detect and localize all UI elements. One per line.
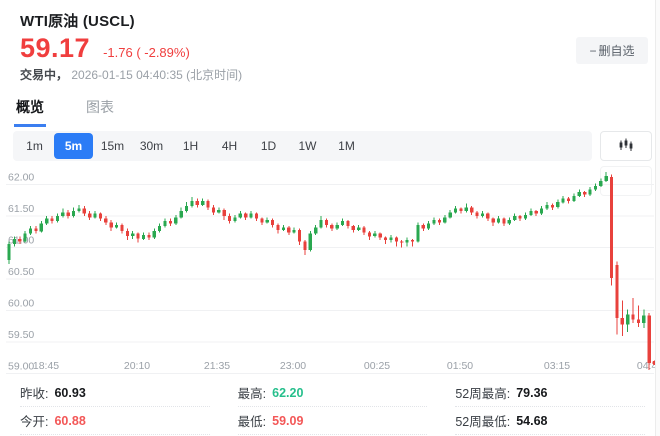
svg-text:23:00: 23:00 [280,360,306,372]
quote-page: WTI原油 (USCL) 59.17 -1.76 ( -2.89%) − 删自选… [0,0,660,436]
price-row: 59.17 -1.76 ( -2.89%) [20,33,190,64]
last-price: 59.17 [20,33,91,63]
tab-chart[interactable]: 图表 [84,97,116,127]
interval-30m[interactable]: 30m [132,133,171,159]
stat-label: 52周最低: [455,415,511,429]
scrollbar-track[interactable] [655,0,660,436]
chart-type-button[interactable] [600,131,652,161]
remove-watchlist-button[interactable]: − 删自选 [576,37,648,64]
stat-low: 最低: 59.09 [237,407,428,435]
svg-text:61.50: 61.50 [8,203,34,215]
page-title: WTI原油 (USCL) [20,13,135,30]
stat-value: 59.09 [272,413,304,428]
interval-1h[interactable]: 1H [171,133,210,159]
candlestick-chart[interactable]: 62.0061.5061.0060.5060.0059.5059.0018:45… [0,162,660,377]
svg-text:21:35: 21:35 [204,360,230,372]
trading-state-label: 交易中， [20,68,69,82]
interval-1m[interactable]: 1m [15,133,54,159]
stat-high: 最高: 62.20 [237,379,428,407]
interval-1w[interactable]: 1W [288,133,327,159]
minus-icon: − [589,43,597,58]
stat-label: 最低: [237,415,267,429]
svg-text:62.00: 62.00 [8,172,34,184]
quote-timestamp: 2026-01-15 04:40:35 [71,68,183,82]
interval-5m[interactable]: 5m [54,133,93,159]
interval-bar: 1m 5m 15m 30m 1H 4H 1D 1W 1M [13,131,592,161]
price-change: -1.76 ( -2.89%) [103,45,190,60]
stat-52w-high: 52周最高: 79.36 [455,379,645,407]
remove-watchlist-label: 删自选 [598,44,635,58]
stat-value: 60.93 [54,385,86,400]
stat-label: 昨收: [20,387,49,401]
candlestick-icon [618,137,634,156]
timezone-note: (北京时间) [186,68,243,82]
stat-value: 62.20 [272,385,304,400]
stat-prev-close: 昨收: 60.93 [20,379,210,407]
svg-text:59.50: 59.50 [8,329,34,341]
svg-text:60.00: 60.00 [8,298,34,310]
svg-text:03:15: 03:15 [544,360,570,372]
interval-1m-month[interactable]: 1M [327,133,366,159]
interval-4h[interactable]: 4H [210,133,249,159]
stat-52w-low: 52周最低: 54.68 [455,407,645,435]
interval-1d[interactable]: 1D [249,133,288,159]
svg-text:18:45: 18:45 [33,360,59,372]
svg-text:00:25: 00:25 [364,360,390,372]
tab-bar: 概览 图表 [14,97,116,127]
svg-text:60.50: 60.50 [8,266,34,278]
stat-label: 今开: [20,415,49,429]
svg-text:20:10: 20:10 [124,360,150,372]
trading-status: 交易中， 2026-01-15 04:40:35 (北京时间) [20,66,242,83]
stat-label: 最高: [237,387,267,401]
stat-open: 今开: 60.88 [20,407,210,435]
stat-label: 52周最高: [455,387,511,401]
stats-table: 昨收: 60.93 最高: 62.20 52周最高: 79.36 今开: 60.… [0,379,660,435]
tab-overview[interactable]: 概览 [14,97,46,127]
interval-15m[interactable]: 15m [93,133,132,159]
svg-text:59.00: 59.00 [8,361,34,373]
svg-text:01:50: 01:50 [447,360,473,372]
stat-value: 54.68 [516,413,548,428]
stat-value: 60.88 [54,413,86,428]
stat-value: 79.36 [516,385,548,400]
